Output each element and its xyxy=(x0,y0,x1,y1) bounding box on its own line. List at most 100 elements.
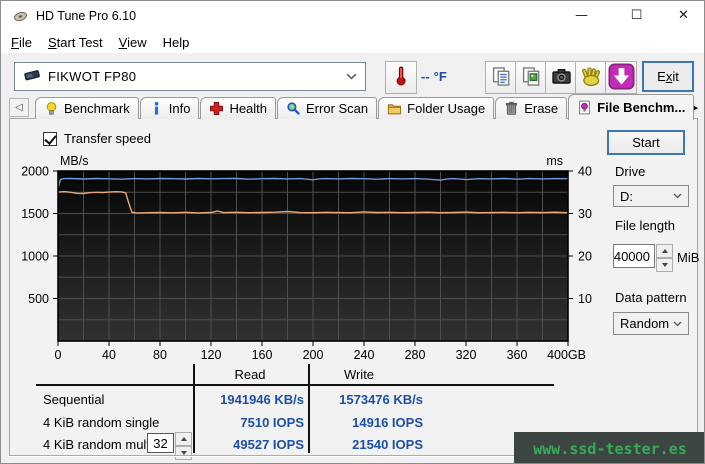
svg-text:40: 40 xyxy=(102,348,116,362)
tab-label: File Benchm... xyxy=(597,100,686,115)
svg-text:160: 160 xyxy=(252,348,273,362)
table-divider xyxy=(308,364,310,453)
table-header-rule xyxy=(36,384,554,386)
menu-item-help[interactable]: Help xyxy=(155,33,198,52)
exit-button[interactable]: Ex it xyxy=(642,61,694,92)
svg-text:1000: 1000 xyxy=(21,250,49,264)
svg-text:30: 30 xyxy=(578,207,592,221)
drive-select-combobox[interactable]: FIKWOT FP80 xyxy=(14,62,366,91)
svg-text:10: 10 xyxy=(578,292,592,306)
app-window: HD Tune Pro 6.10 — ☐ ✕ File Start Test Vie… xyxy=(0,0,705,464)
tab-info[interactable]: Info xyxy=(139,97,200,119)
spin-down-button[interactable] xyxy=(175,446,192,460)
hand-icon xyxy=(581,66,602,90)
table-divider xyxy=(193,364,195,453)
svg-text:0: 0 xyxy=(55,348,62,362)
transfer-speed-chart: 2000 1500 1000 500 40 30 20 10 0 40 80 120 160 200 240… xyxy=(21,154,592,362)
magnifier-icon xyxy=(286,101,301,116)
drive-icon xyxy=(23,68,41,85)
svg-text:500: 500 xyxy=(28,292,49,306)
up-arrow-icon xyxy=(180,437,187,441)
copy-image-button[interactable] xyxy=(515,61,547,94)
copy-text-button[interactable] xyxy=(485,61,517,94)
tab-benchmark[interactable]: Benchmark xyxy=(35,97,139,119)
camera-icon xyxy=(551,66,572,90)
trash-icon xyxy=(504,101,519,116)
checkmark-icon xyxy=(44,132,57,145)
selected-drive-label: FIKWOT FP80 xyxy=(48,69,137,84)
menu-bar: File Start Test View Help xyxy=(1,31,704,53)
svg-text:ms: ms xyxy=(546,154,563,168)
donate-button[interactable] xyxy=(575,61,607,94)
data-pattern-dropdown[interactable]: Random xyxy=(613,312,689,335)
file-length-input[interactable]: 40000 xyxy=(613,244,655,268)
drive-label: Drive xyxy=(615,164,646,179)
menu-item-view[interactable]: View xyxy=(111,33,155,52)
chevron-down-icon xyxy=(346,73,357,80)
queue-depth-input[interactable]: 32 xyxy=(147,433,174,453)
file-length-spinner xyxy=(656,244,673,272)
temperature-readout: -- °F xyxy=(421,61,473,92)
copy-image-icon xyxy=(521,66,542,90)
tab-label: Error Scan xyxy=(306,101,369,116)
sequential-write-value: 1573476 KB/s xyxy=(339,392,423,407)
drive-value: D: xyxy=(620,188,633,204)
drive-dropdown[interactable]: D: xyxy=(613,185,689,207)
tab-folder-usage[interactable]: Folder Usage xyxy=(378,97,495,119)
tab-file-benchm[interactable]: File Benchm... xyxy=(568,94,695,120)
random-multi-read-value: 49527 IOPS xyxy=(233,437,304,452)
start-button[interactable]: Start xyxy=(607,130,685,155)
svg-text:80: 80 xyxy=(153,348,167,362)
transfer-speed-label: Transfer speed xyxy=(64,131,151,146)
screenshot-button[interactable] xyxy=(545,61,577,94)
maximize-button[interactable]: ☐ xyxy=(614,1,659,30)
svg-text:20: 20 xyxy=(578,250,592,264)
folder-icon xyxy=(387,101,402,116)
tab-label: Erase xyxy=(524,101,559,116)
toolbar: FIKWOT FP80 -- °F Ex it xyxy=(1,53,704,95)
tab-error-scan[interactable]: Error Scan xyxy=(277,97,378,119)
data-pattern-label: Data pattern xyxy=(615,290,687,305)
row-label-random-multi: 4 KiB random multi xyxy=(43,437,153,452)
download-button[interactable] xyxy=(605,61,637,94)
tab-health[interactable]: Health xyxy=(200,97,277,119)
download-arrow-icon xyxy=(608,63,635,93)
tab-strip: Benchmark Info Health Error Scan Folder Usag… xyxy=(35,94,695,120)
spin-up-button[interactable] xyxy=(175,432,192,446)
svg-text:240: 240 xyxy=(354,348,375,362)
file-length-label: File length xyxy=(615,218,675,233)
svg-text:120: 120 xyxy=(201,348,222,362)
write-column-header: Write xyxy=(343,367,375,382)
svg-text:280: 280 xyxy=(405,348,426,362)
file-length-unit: MiB xyxy=(677,250,700,265)
window-title: HD Tune Pro 6.10 xyxy=(36,9,137,23)
thermometer-icon xyxy=(393,65,409,90)
watermark: www.ssd-tester.es xyxy=(514,432,704,463)
random-multi-write-value: 21540 IOPS xyxy=(352,437,423,452)
read-column-header: Read xyxy=(234,367,266,382)
svg-text:40: 40 xyxy=(578,165,592,179)
spin-up-button[interactable] xyxy=(656,244,673,258)
temperature-button[interactable] xyxy=(385,61,417,94)
tab-label: Info xyxy=(168,101,191,116)
row-label-sequential: Sequential xyxy=(43,392,105,407)
svg-text:1500: 1500 xyxy=(21,207,49,221)
transfer-speed-checkbox[interactable] xyxy=(43,132,57,146)
spin-down-button[interactable] xyxy=(656,258,673,272)
minimize-button[interactable]: — xyxy=(559,1,604,30)
tab-erase[interactable]: Erase xyxy=(495,97,568,119)
row-label-random-single: 4 KiB random single xyxy=(43,415,160,430)
close-button[interactable]: ✕ xyxy=(661,1,704,30)
tab-scroll-left-button[interactable]: ◁ xyxy=(9,98,29,117)
chevron-down-icon xyxy=(673,193,682,199)
svg-text:400GB: 400GB xyxy=(547,348,586,362)
svg-text:MB/s: MB/s xyxy=(60,154,88,168)
copy-text-icon xyxy=(491,66,512,90)
random-single-read-value: 7510 IOPS xyxy=(240,415,304,430)
svg-text:360: 360 xyxy=(507,348,528,362)
data-pattern-value: Random xyxy=(620,316,670,331)
tab-label: Folder Usage xyxy=(407,101,486,116)
up-arrow-icon xyxy=(661,249,668,253)
menu-item-file[interactable]: File xyxy=(3,33,40,52)
menu-item-start-test[interactable]: Start Test xyxy=(40,33,111,52)
